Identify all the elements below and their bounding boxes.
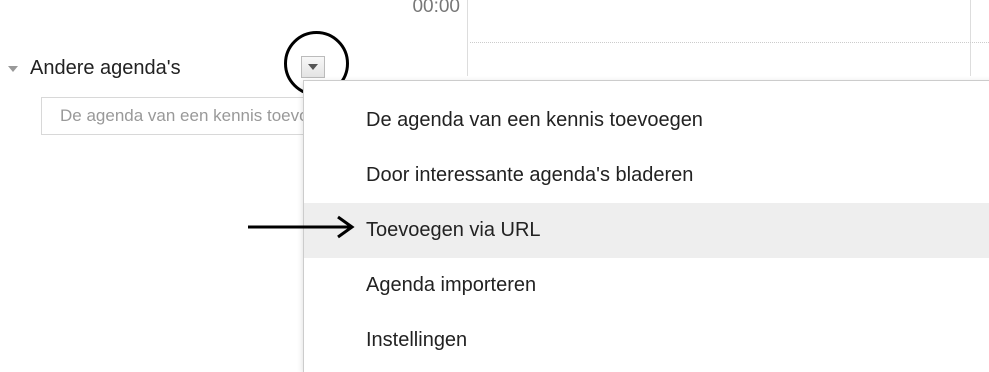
half-hour-line: [470, 42, 989, 43]
collapse-triangle-icon[interactable]: [8, 66, 18, 72]
other-calendars-dropdown: De agenda van een kennis toevoegen Door …: [303, 80, 989, 372]
menu-item-browse-calendars[interactable]: Door interessante agenda's bladeren: [304, 148, 989, 203]
other-calendars-header[interactable]: Andere agenda's: [8, 53, 181, 83]
calendar-grid: [467, 0, 989, 76]
grid-divider: [970, 0, 971, 76]
add-friend-calendar-input[interactable]: [41, 97, 303, 135]
menu-item-add-friend-calendar[interactable]: De agenda van een kennis toevoegen: [304, 93, 989, 148]
menu-item-import-calendar[interactable]: Agenda importeren: [304, 258, 989, 313]
time-label: 00:00: [412, 0, 460, 17]
menu-item-add-by-url[interactable]: Toevoegen via URL: [304, 203, 989, 258]
other-calendars-menu-button[interactable]: [301, 56, 325, 78]
section-title: Andere agenda's: [30, 56, 181, 79]
menu-item-settings[interactable]: Instellingen: [304, 313, 989, 368]
grid-divider: [467, 0, 468, 76]
chevron-down-icon: [308, 64, 318, 70]
